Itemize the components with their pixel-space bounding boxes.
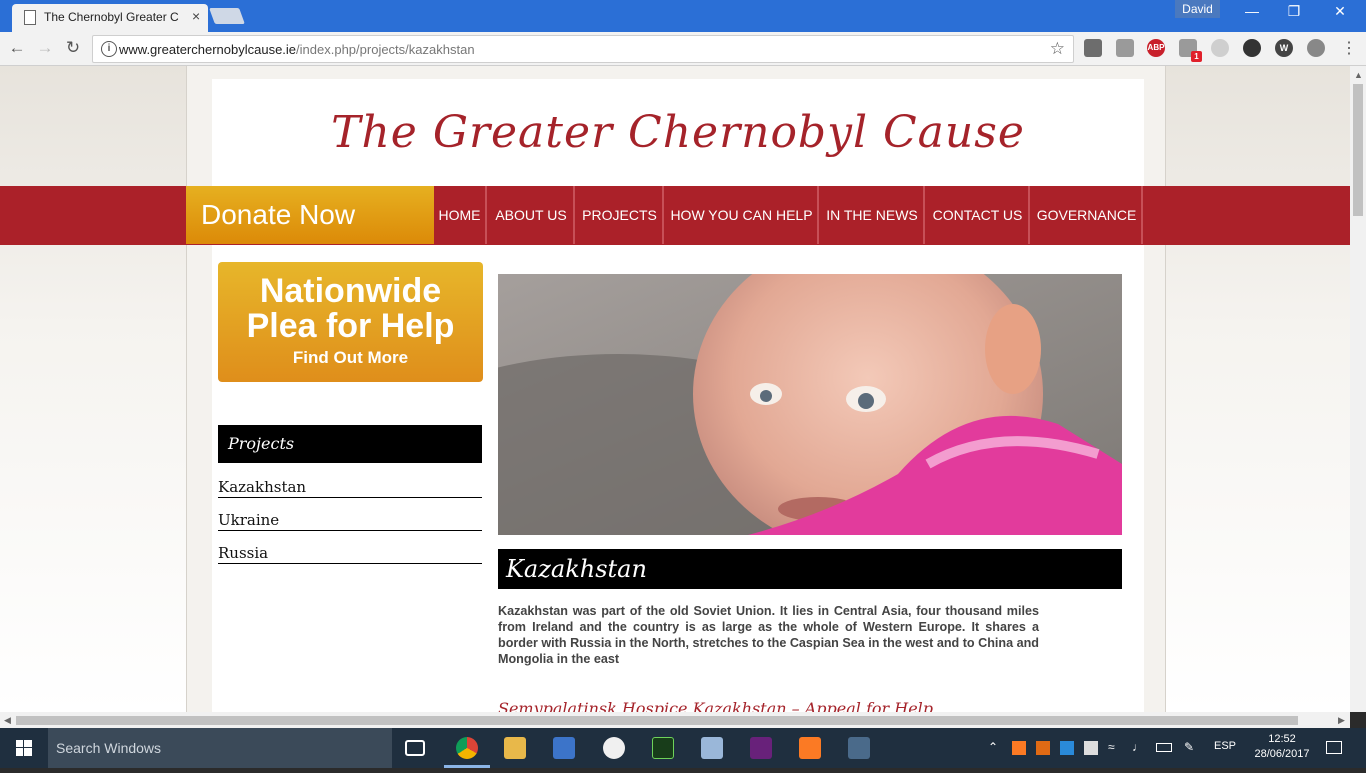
forward-icon[interactable]: → xyxy=(34,38,56,58)
nav-home[interactable]: HOME xyxy=(434,186,487,244)
plea-line2: Plea for Help xyxy=(246,307,455,345)
reload-icon[interactable]: ↻ xyxy=(62,38,84,58)
profile-button[interactable]: David xyxy=(1175,0,1220,18)
itunes-icon[interactable] xyxy=(603,737,625,759)
nav-how-you-can-help[interactable]: HOW YOU CAN HELP xyxy=(666,186,819,244)
start-button[interactable] xyxy=(0,728,48,768)
nav-contact-us[interactable]: CONTACT US xyxy=(927,186,1030,244)
virtualbox-icon[interactable] xyxy=(848,737,870,759)
horizontal-scroll-thumb[interactable] xyxy=(16,716,1298,725)
mail-extension-icon[interactable] xyxy=(1084,39,1102,57)
plea-line1: Nationwide xyxy=(259,272,442,310)
sidebar-heading: Projects xyxy=(218,425,482,463)
section-heading: Kazakhstan xyxy=(498,549,1122,589)
file-explorer-icon[interactable] xyxy=(504,737,526,759)
sidebar-item-kazakhstan[interactable]: Kazakhstan xyxy=(218,472,482,498)
hospice-appeal-link[interactable]: Semypalatinsk Hospice Kazakhstan – Appea… xyxy=(498,699,933,712)
gear-grey-extension-icon[interactable] xyxy=(1211,39,1229,57)
address-bar[interactable]: i www.greaterchernobylcause.ie/index.php… xyxy=(92,35,1074,63)
hero-photo xyxy=(498,274,1122,535)
new-tab-button[interactable] xyxy=(209,8,245,24)
nav-in-the-news[interactable]: IN THE NEWS xyxy=(821,186,925,244)
vertical-scroll-thumb[interactable] xyxy=(1353,84,1363,216)
sidebar-item-ukraine[interactable]: Ukraine xyxy=(218,505,482,531)
nav-about-us[interactable]: ABOUT US xyxy=(489,186,575,244)
donate-button[interactable]: Donate Now xyxy=(186,186,434,244)
tray-expand-icon[interactable]: ⌃ xyxy=(988,740,998,754)
intro-paragraph: Kazakhstan was part of the old Soviet Un… xyxy=(498,604,1039,666)
dreamweaver-icon[interactable] xyxy=(652,737,674,759)
nav-governance[interactable]: GOVERNANCE xyxy=(1032,186,1143,244)
chrome-taskbar-icon[interactable] xyxy=(456,737,478,759)
extension-badge: 1 xyxy=(1191,51,1202,62)
cube-extension-icon[interactable] xyxy=(1116,39,1134,57)
w-extension-icon[interactable]: W xyxy=(1275,39,1293,57)
nav-projects[interactable]: PROJECTS xyxy=(577,186,664,244)
language-indicator[interactable]: ESP xyxy=(1214,740,1236,752)
pen-icon[interactable]: ✎ xyxy=(1184,740,1194,754)
minimize-icon[interactable]: — xyxy=(1232,3,1272,19)
browser-tab[interactable]: The Chernobyl Greater C × xyxy=(12,4,208,32)
find-out-more-link[interactable]: Find Out More xyxy=(218,348,483,368)
url-host: www.greaterchernobylcause.ie xyxy=(119,42,297,57)
clock[interactable]: 12:52 28/06/2017 xyxy=(1252,732,1312,762)
page-viewport: The Greater Chernobyl Cause Donate Now H… xyxy=(0,66,1350,712)
tray-xampp-icon[interactable] xyxy=(1012,741,1026,755)
close-window-icon[interactable]: ✕ xyxy=(1320,3,1360,20)
url-path: /index.php/projects/kazakhstan xyxy=(296,42,475,57)
scroll-right-icon[interactable]: ▶ xyxy=(1338,715,1345,726)
vertical-scrollbar[interactable]: ▲ xyxy=(1350,66,1366,712)
url-text[interactable]: www.greaterchernobylcause.ie/index.php/p… xyxy=(119,42,475,57)
volume-icon[interactable]: ♩ xyxy=(1132,740,1144,754)
tab-title: The Chernobyl Greater C xyxy=(44,10,179,24)
wifi-icon[interactable]: ≈ xyxy=(1108,740,1115,754)
site-header: The Greater Chernobyl Cause xyxy=(212,79,1144,186)
restore-icon[interactable]: ❐ xyxy=(1274,3,1314,20)
scroll-left-icon[interactable]: ◀ xyxy=(4,715,11,726)
battery-icon[interactable] xyxy=(1156,743,1172,752)
gear-extension-icon[interactable] xyxy=(1243,39,1261,57)
tray-defender-icon[interactable] xyxy=(1084,741,1098,755)
adblock-extension-icon[interactable]: ABP xyxy=(1147,39,1165,57)
browser-toolbar: ← → ↻ i www.greaterchernobylcause.ie/ind… xyxy=(0,32,1366,66)
sidebar-item-russia[interactable]: Russia xyxy=(218,538,482,564)
browser-title-bar: The Chernobyl Greater C × David — ❐ ✕ xyxy=(0,0,1366,32)
xampp-icon[interactable] xyxy=(799,737,821,759)
horizontal-scrollbar[interactable]: ◀ ▶ xyxy=(0,712,1350,728)
power-extension-icon[interactable] xyxy=(1307,39,1325,57)
clock-time: 12:52 xyxy=(1268,733,1296,745)
clock-date: 28/06/2017 xyxy=(1254,748,1310,760)
windows-taskbar: Search Windows ⌃ ≈ ♩ ✎ ESP 12:52 28/06/2… xyxy=(0,728,1366,768)
tab-close-icon[interactable]: × xyxy=(192,8,200,24)
page-icon xyxy=(24,10,36,25)
tray-app-icon[interactable] xyxy=(1036,741,1050,755)
action-center-icon[interactable] xyxy=(1326,741,1342,754)
info-icon[interactable]: i xyxy=(101,41,117,57)
tray-dropbox-icon[interactable] xyxy=(1060,741,1074,755)
box-app-icon[interactable] xyxy=(701,737,723,759)
back-icon[interactable]: ← xyxy=(6,38,28,58)
task-view-icon[interactable] xyxy=(405,740,425,756)
taskbar-search[interactable]: Search Windows xyxy=(48,728,392,768)
scroll-up-icon[interactable]: ▲ xyxy=(1354,70,1363,80)
site-title[interactable]: The Greater Chernobyl Cause xyxy=(212,107,1144,158)
chrome-menu-icon[interactable]: ⋮ xyxy=(1338,38,1360,58)
bookmark-star-icon[interactable]: ☆ xyxy=(1050,39,1065,59)
store-icon[interactable] xyxy=(553,737,575,759)
plea-for-help-banner[interactable]: Nationwide Plea for Help Find Out More xyxy=(218,262,483,382)
visual-studio-icon[interactable] xyxy=(750,737,772,759)
